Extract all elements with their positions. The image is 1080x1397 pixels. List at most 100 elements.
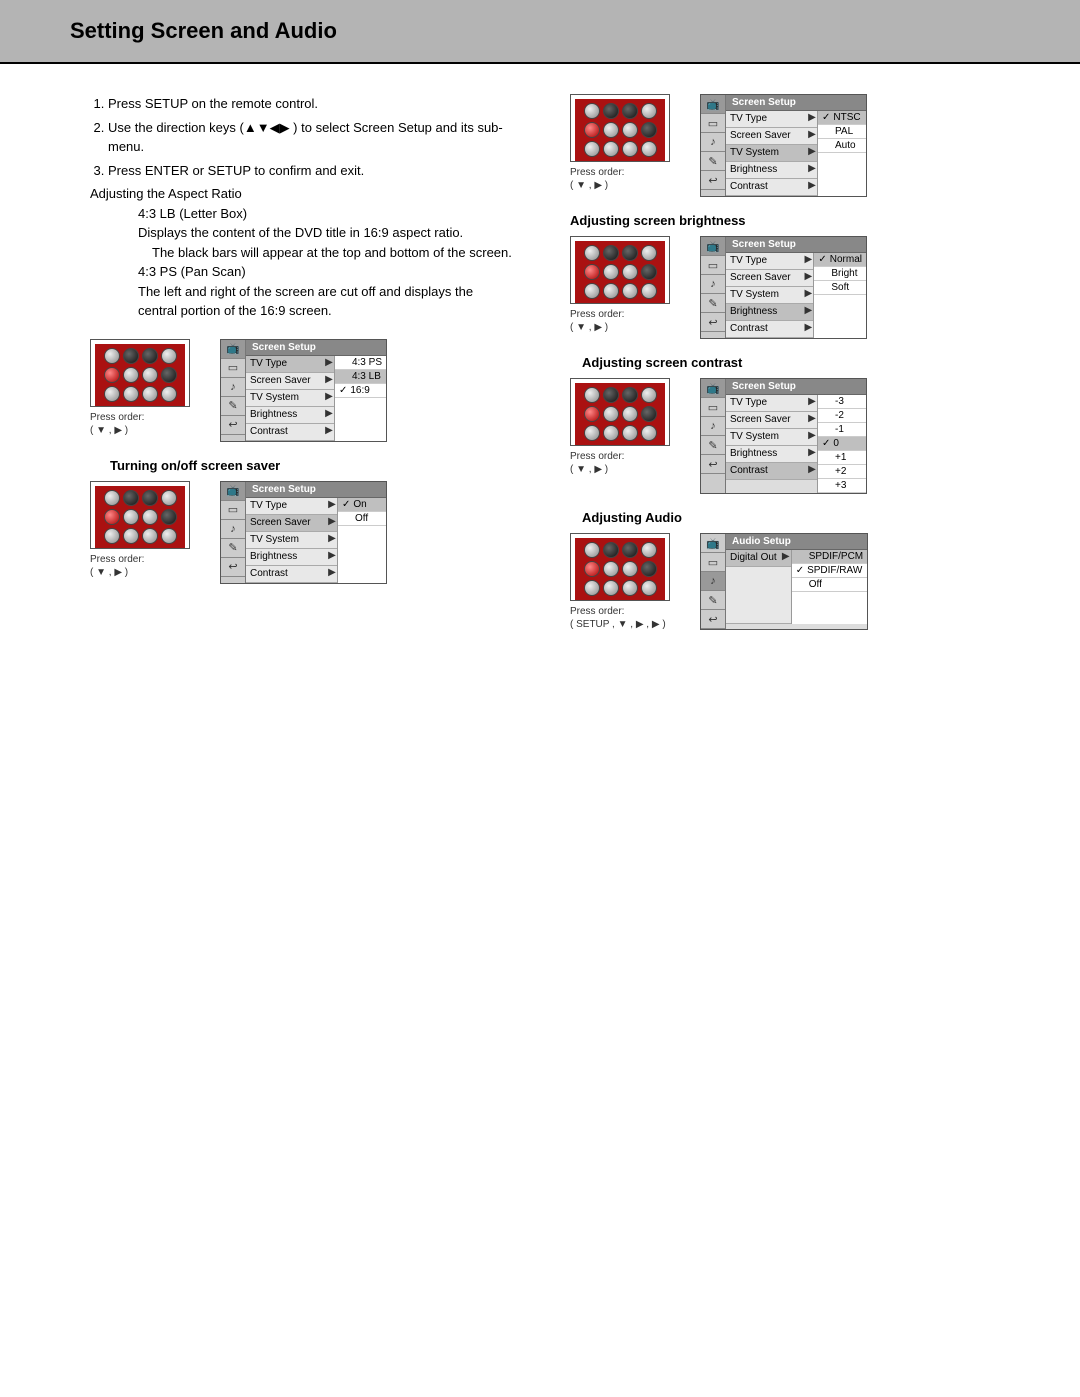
remote-figure: Press order: ( ▼ , ▶ ) xyxy=(90,339,190,437)
exit-icon: ↩ xyxy=(221,416,245,435)
chevron-right-icon: ▶ xyxy=(327,549,337,565)
tv-icon: 📺 xyxy=(701,379,725,398)
audio-icon: ♪ xyxy=(701,417,725,436)
chevron-right-icon: ▶ xyxy=(327,532,337,548)
osd-title: Screen Setup xyxy=(726,237,866,253)
chevron-right-icon: ▶ xyxy=(807,179,817,195)
aspect-heading: Adjusting the Aspect Ratio xyxy=(90,184,530,204)
press-order-keys: ( SETUP , ▼ , ▶ , ▶ ) xyxy=(570,618,670,631)
osd-option: SPDIF/RAW xyxy=(792,564,867,578)
header-bar: Setting Screen and Audio xyxy=(0,0,1080,64)
osd-option: -3 xyxy=(818,395,866,409)
screen-icon: ▭ xyxy=(701,553,725,572)
chevron-right-icon: ▶ xyxy=(803,321,813,337)
chevron-right-icon: ▶ xyxy=(324,356,334,372)
osd-row-label: Screen Saver xyxy=(726,128,807,144)
remote-figure: Press order: ( ▼ , ▶ ) xyxy=(570,236,670,334)
press-order-label: Press order: xyxy=(570,605,670,618)
osd-row-label: TV Type xyxy=(246,356,324,372)
chevron-right-icon: ▶ xyxy=(807,395,817,411)
press-order-label: Press order: xyxy=(570,450,670,463)
osd-row-label: TV System xyxy=(246,532,327,548)
osd-option: Auto xyxy=(818,139,866,153)
chevron-right-icon: ▶ xyxy=(803,304,813,320)
chevron-right-icon: ▶ xyxy=(324,390,334,406)
chevron-right-icon: ▶ xyxy=(807,111,817,127)
osd-option: Normal xyxy=(814,253,866,267)
osd-screen-saver: 📺 ▭ ♪ ✎ ↩ Screen Setup TV Type▶ Screen S… xyxy=(220,481,387,584)
chevron-right-icon: ▶ xyxy=(807,429,817,445)
exit-icon: ↩ xyxy=(221,558,245,577)
aspect-lb-desc: The black bars will appear at the top an… xyxy=(152,243,530,263)
osd-row-label: Brightness xyxy=(726,446,807,462)
osd-row-label: Contrast xyxy=(246,566,327,582)
osd-title: Screen Setup xyxy=(246,482,386,498)
osd-row-label: Screen Saver xyxy=(726,412,807,428)
osd-option: -2 xyxy=(818,409,866,423)
aspect-ps-desc: The left and right of the screen are cut… xyxy=(138,282,530,302)
exit-icon: ↩ xyxy=(701,313,725,332)
chevron-right-icon: ▶ xyxy=(803,253,813,269)
chevron-right-icon: ▶ xyxy=(803,287,813,303)
osd-option: NTSC xyxy=(818,111,866,125)
osd-row-label: Screen Saver xyxy=(726,270,803,286)
instruction-step: Use the direction keys (▲▼◀▶ ) to select… xyxy=(108,118,530,157)
osd-option: On xyxy=(338,498,386,512)
osd-option: Soft xyxy=(814,281,866,295)
press-order-label: Press order: xyxy=(570,308,670,321)
misc-icon: ✎ xyxy=(221,397,245,416)
press-order-keys: ( ▼ , ▶ ) xyxy=(90,424,190,437)
osd-option: +3 xyxy=(818,479,866,493)
screen-icon: ▭ xyxy=(221,359,245,378)
left-column: Press SETUP on the remote control. Use t… xyxy=(90,94,530,647)
chevron-right-icon: ▶ xyxy=(807,446,817,462)
misc-icon: ✎ xyxy=(221,539,245,558)
instruction-step: Press SETUP on the remote control. xyxy=(108,94,530,114)
chevron-right-icon: ▶ xyxy=(807,162,817,178)
chevron-right-icon: ▶ xyxy=(327,498,337,514)
right-column: Press order: ( ▼ , ▶ ) 📺 ▭ ♪ ✎ ↩ Screen … xyxy=(570,94,990,647)
audio-icon: ♪ xyxy=(221,520,245,539)
chevron-right-icon: ▶ xyxy=(327,566,337,582)
osd-title: Screen Setup xyxy=(726,95,866,111)
misc-icon: ✎ xyxy=(701,436,725,455)
osd-option: -1 xyxy=(818,423,866,437)
screen-icon: ▭ xyxy=(701,256,725,275)
osd-title: Screen Setup xyxy=(726,379,866,395)
chevron-right-icon: ▶ xyxy=(324,424,334,440)
aspect-lb-label: 4:3 LB (Letter Box) xyxy=(138,204,530,224)
chevron-right-icon: ▶ xyxy=(803,270,813,286)
osd-row-label: TV System xyxy=(246,390,324,406)
misc-icon: ✎ xyxy=(701,152,725,171)
tv-icon: 📺 xyxy=(701,95,725,114)
chevron-right-icon: ▶ xyxy=(324,407,334,423)
exit-icon: ↩ xyxy=(701,455,725,474)
aspect-ps-label: 4:3 PS (Pan Scan) xyxy=(138,262,530,282)
osd-option: Off xyxy=(338,512,386,526)
audio-icon: ♪ xyxy=(701,572,725,591)
osd-row-label: Brightness xyxy=(246,549,327,565)
audio-icon: ♪ xyxy=(701,133,725,152)
tv-icon: 📺 xyxy=(221,482,245,501)
tv-icon: 📺 xyxy=(701,237,725,256)
osd-row-label: TV Type xyxy=(726,253,803,269)
press-order-keys: ( ▼ , ▶ ) xyxy=(90,566,190,579)
osd-audio: 📺 ▭ ♪ ✎ ↩ Audio Setup Digital Out▶ xyxy=(700,533,868,630)
osd-option: +2 xyxy=(818,465,866,479)
osd-title: Screen Setup xyxy=(246,340,386,356)
osd-row-label: TV Type xyxy=(246,498,327,514)
osd-row-label: TV Type xyxy=(726,111,807,127)
osd-tv-system: 📺 ▭ ♪ ✎ ↩ Screen Setup TV Type▶ Screen S… xyxy=(700,94,867,197)
osd-contrast: 📺 ▭ ♪ ✎ ↩ Screen Setup TV Type▶ Screen S… xyxy=(700,378,867,494)
osd-option: SPDIF/PCM xyxy=(792,550,867,564)
section-screensaver-heading: Turning on/off screen saver xyxy=(110,458,530,473)
chevron-right-icon: ▶ xyxy=(781,550,791,566)
osd-row-label: TV System xyxy=(726,145,807,161)
press-order-label: Press order: xyxy=(570,166,670,179)
instruction-step: Press ENTER or SETUP to confirm and exit… xyxy=(108,161,530,181)
press-order-keys: ( ▼ , ▶ ) xyxy=(570,321,670,334)
chevron-right-icon: ▶ xyxy=(807,463,817,479)
exit-icon: ↩ xyxy=(701,610,725,629)
osd-option: Bright xyxy=(814,267,866,281)
screen-icon: ▭ xyxy=(701,114,725,133)
